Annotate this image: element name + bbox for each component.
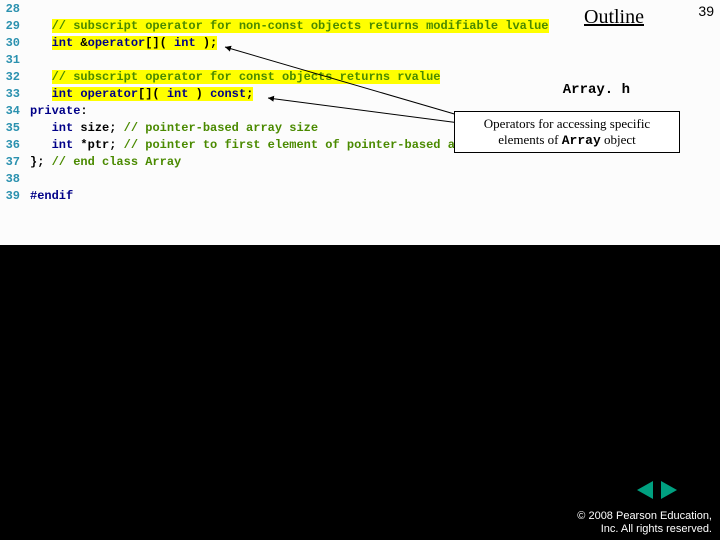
triangle-right-icon — [661, 481, 677, 499]
code-content: #endif — [24, 189, 73, 203]
line-number: 37 — [0, 155, 24, 169]
code-content: int *ptr; // pointer to first element of… — [24, 138, 484, 152]
line-number: 35 — [0, 121, 24, 135]
line-number: 28 — [0, 2, 24, 16]
callout-text-post: object — [601, 132, 636, 147]
nav-buttons — [634, 480, 680, 500]
code-content — [24, 53, 52, 67]
file-name-label: Array. h — [563, 82, 630, 98]
copyright-line-1: © 2008 Pearson Education, — [577, 510, 712, 523]
outline-heading: Outline — [584, 6, 644, 29]
code-line: 38 — [0, 170, 720, 187]
line-number: 31 — [0, 53, 24, 67]
code-line: 39#endif — [0, 187, 720, 204]
code-content: int operator[]( int ) const; — [24, 87, 253, 101]
copyright-line-2: Inc. All rights reserved. — [577, 523, 712, 536]
code-content: int &operator[]( int ); — [24, 36, 217, 50]
callout-box: Operators for accessing specific element… — [454, 111, 680, 153]
line-number: 38 — [0, 172, 24, 186]
code-line: 31 — [0, 51, 720, 68]
page-number: 39 — [698, 3, 714, 19]
next-button[interactable] — [658, 480, 680, 500]
code-content: int size; // pointer-based array size — [24, 121, 318, 135]
code-content: private: — [24, 104, 88, 118]
line-number: 33 — [0, 87, 24, 101]
callout-text-mono: Array — [562, 133, 601, 148]
line-number: 29 — [0, 19, 24, 33]
code-content: // subscript operator for const objects … — [24, 70, 440, 84]
triangle-left-icon — [637, 481, 653, 499]
code-line: 30 int &operator[]( int ); — [0, 34, 720, 51]
line-number: 32 — [0, 70, 24, 84]
line-number: 30 — [0, 36, 24, 50]
prev-button[interactable] — [634, 480, 656, 500]
code-line: 37}; // end class Array — [0, 153, 720, 170]
line-number: 39 — [0, 189, 24, 203]
code-content — [24, 2, 52, 16]
line-number: 36 — [0, 138, 24, 152]
code-content: }; // end class Array — [24, 155, 181, 169]
line-number: 34 — [0, 104, 24, 118]
copyright: © 2008 Pearson Education, Inc. All right… — [577, 510, 712, 536]
code-content: // subscript operator for non-const obje… — [24, 19, 549, 33]
